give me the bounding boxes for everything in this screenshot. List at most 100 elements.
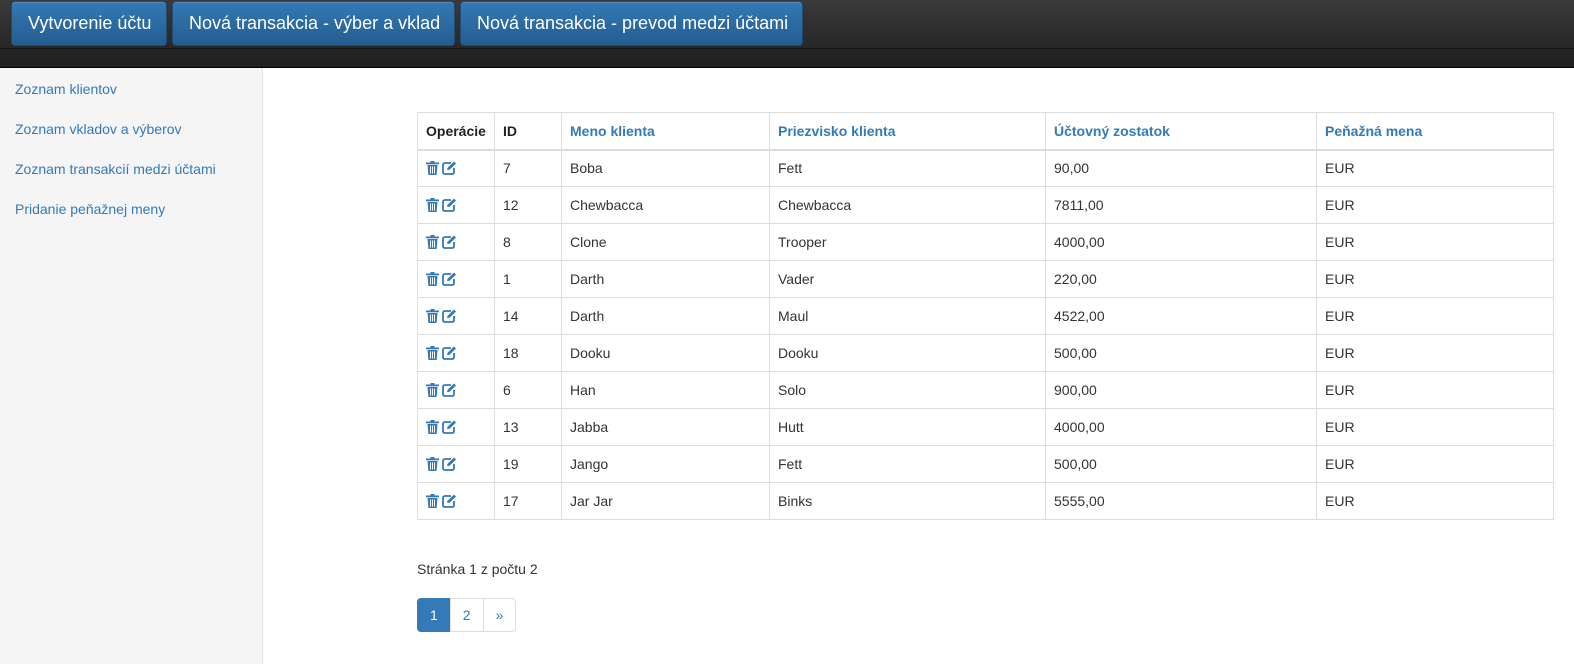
edit-icon[interactable] xyxy=(442,346,457,360)
cell-id: 19 xyxy=(494,445,562,483)
sidebar-item-transfers[interactable]: Zoznam transakcií medzi účtami xyxy=(15,161,216,177)
cell-first-name: Darth xyxy=(561,260,770,298)
header-operations: Operácie xyxy=(417,112,495,151)
new-transfer-button[interactable]: Nová transakcia - prevod medzi účtami xyxy=(460,1,803,46)
new-withdraw-deposit-button[interactable]: Nová transakcia - výber a vklad xyxy=(172,1,455,46)
cell-last-name: Chewbacca xyxy=(769,186,1046,224)
cell-id: 14 xyxy=(494,297,562,335)
cell-id: 7 xyxy=(494,149,562,187)
cell-id: 13 xyxy=(494,408,562,446)
cell-id: 8 xyxy=(494,223,562,261)
pagination: 1 2 » xyxy=(417,598,517,632)
edit-icon[interactable] xyxy=(442,198,457,212)
edit-icon[interactable] xyxy=(442,494,457,508)
operations-cell xyxy=(417,149,495,187)
operations-cell xyxy=(417,371,495,409)
cell-last-name: Solo xyxy=(769,371,1046,409)
trash-icon[interactable] xyxy=(426,308,439,323)
table-row: 13 Jabba Hutt 4000,00 EUR xyxy=(417,408,1554,446)
trash-icon[interactable] xyxy=(426,234,439,249)
operations-cell xyxy=(417,297,495,335)
trash-icon[interactable] xyxy=(426,493,439,508)
cell-first-name: Han xyxy=(561,371,770,409)
trash-icon[interactable] xyxy=(426,271,439,286)
operations-cell xyxy=(417,223,495,261)
cell-first-name: Jar Jar xyxy=(561,482,770,520)
table-row: 14 Darth Maul 4522,00 EUR xyxy=(417,297,1554,335)
cell-id: 12 xyxy=(494,186,562,224)
cell-balance: 90,00 xyxy=(1045,149,1317,187)
header-currency[interactable]: Peňažná mena xyxy=(1316,112,1554,151)
cell-id: 1 xyxy=(494,260,562,298)
cell-last-name: Fett xyxy=(769,445,1046,483)
trash-icon[interactable] xyxy=(426,197,439,212)
navbar-divider xyxy=(0,48,1574,49)
cell-currency: EUR xyxy=(1316,445,1554,483)
cell-currency: EUR xyxy=(1316,408,1554,446)
cell-currency: EUR xyxy=(1316,482,1554,520)
operations-cell xyxy=(417,260,495,298)
cell-last-name: Trooper xyxy=(769,223,1046,261)
table-row: 6 Han Solo 900,00 EUR xyxy=(417,371,1554,409)
cell-id: 6 xyxy=(494,371,562,409)
sidebar-item-add-currency[interactable]: Pridanie peňažnej meny xyxy=(15,201,165,217)
header-balance[interactable]: Účtovný zostatok xyxy=(1045,112,1317,151)
table-header-row: Operácie ID Meno klienta Priezvisko klie… xyxy=(417,112,1554,151)
cell-balance: 4000,00 xyxy=(1045,408,1317,446)
clients-table: Operácie ID Meno klienta Priezvisko klie… xyxy=(417,112,1554,520)
operations-cell xyxy=(417,445,495,483)
cell-last-name: Hutt xyxy=(769,408,1046,446)
edit-icon[interactable] xyxy=(442,383,457,397)
cell-last-name: Maul xyxy=(769,297,1046,335)
header-last-name[interactable]: Priezvisko klienta xyxy=(769,112,1046,151)
edit-icon[interactable] xyxy=(442,309,457,323)
cell-currency: EUR xyxy=(1316,149,1554,187)
cell-balance: 500,00 xyxy=(1045,445,1317,483)
cell-last-name: Binks xyxy=(769,482,1046,520)
cell-first-name: Clone xyxy=(561,223,770,261)
cell-balance: 4522,00 xyxy=(1045,297,1317,335)
trash-icon[interactable] xyxy=(426,382,439,397)
cell-currency: EUR xyxy=(1316,260,1554,298)
operations-cell xyxy=(417,408,495,446)
cell-first-name: Dooku xyxy=(561,334,770,372)
trash-icon[interactable] xyxy=(426,345,439,360)
edit-icon[interactable] xyxy=(442,420,457,434)
operations-cell xyxy=(417,334,495,372)
table-row: 18 Dooku Dooku 500,00 EUR xyxy=(417,334,1554,372)
cell-balance: 220,00 xyxy=(1045,260,1317,298)
edit-icon[interactable] xyxy=(442,457,457,471)
cell-currency: EUR xyxy=(1316,186,1554,224)
cell-balance: 500,00 xyxy=(1045,334,1317,372)
edit-icon[interactable] xyxy=(442,235,457,249)
cell-balance: 5555,00 xyxy=(1045,482,1317,520)
cell-currency: EUR xyxy=(1316,334,1554,372)
table-row: 17 Jar Jar Binks 5555,00 EUR xyxy=(417,482,1554,520)
operations-cell xyxy=(417,186,495,224)
next-page-button[interactable]: » xyxy=(482,598,517,632)
trash-icon[interactable] xyxy=(426,160,439,175)
sidebar: Zoznam klientov Zoznam vkladov a výberov… xyxy=(0,68,263,664)
page-1-button[interactable]: 1 xyxy=(417,598,451,632)
cell-last-name: Dooku xyxy=(769,334,1046,372)
table-row: 1 Darth Vader 220,00 EUR xyxy=(417,260,1554,298)
page-info: Stránka 1 z počtu 2 xyxy=(417,561,538,577)
sidebar-item-clients[interactable]: Zoznam klientov xyxy=(15,81,117,97)
page-2-button[interactable]: 2 xyxy=(449,598,484,632)
cell-first-name: Boba xyxy=(561,149,770,187)
trash-icon[interactable] xyxy=(426,419,439,434)
sidebar-item-deposits-withdrawals[interactable]: Zoznam vkladov a výberov xyxy=(15,121,182,137)
create-account-button[interactable]: Vytvorenie účtu xyxy=(11,1,167,46)
cell-id: 18 xyxy=(494,334,562,372)
top-navbar: Vytvorenie účtu Nová transakcia - výber … xyxy=(0,0,1574,68)
cell-balance: 4000,00 xyxy=(1045,223,1317,261)
cell-balance: 7811,00 xyxy=(1045,186,1317,224)
edit-icon[interactable] xyxy=(442,161,457,175)
edit-icon[interactable] xyxy=(442,272,457,286)
cell-id: 17 xyxy=(494,482,562,520)
cell-currency: EUR xyxy=(1316,297,1554,335)
cell-first-name: Darth xyxy=(561,297,770,335)
header-first-name[interactable]: Meno klienta xyxy=(561,112,770,151)
table-row: 12 Chewbacca Chewbacca 7811,00 EUR xyxy=(417,186,1554,224)
trash-icon[interactable] xyxy=(426,456,439,471)
